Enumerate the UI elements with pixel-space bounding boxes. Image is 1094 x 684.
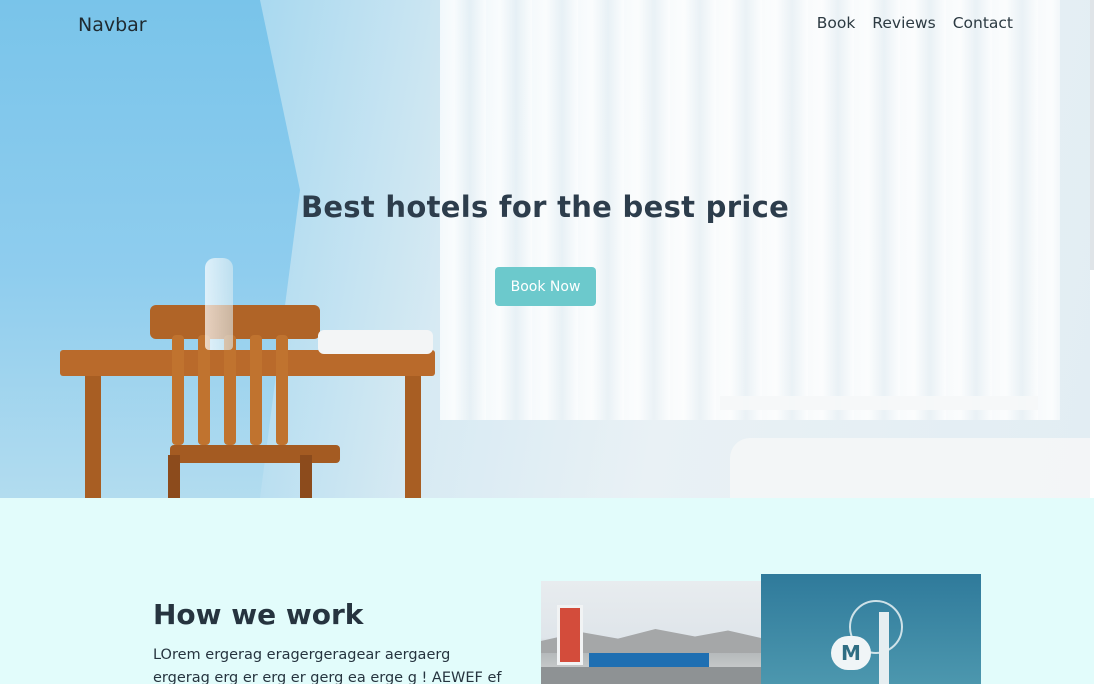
motel-sign-badge: M [831,636,871,670]
motel-photo-sign [557,605,583,665]
nav-link-contact[interactable]: Contact [953,14,1013,32]
hero-chair [150,305,340,498]
motel-photo-lot [541,667,761,684]
motel-sign-photo: M [761,574,981,684]
motel-photo [541,581,761,684]
hero-section: Navbar Book Reviews Contact Best hotels … [0,0,1090,498]
book-now-button[interactable]: Book Now [495,267,596,306]
motel-sign-pole [879,612,889,684]
hero-title: Best hotels for the best price [300,190,790,224]
page-scrollbar[interactable] [1090,0,1094,270]
navbar-brand[interactable]: Navbar [78,14,147,36]
navbar: Navbar Book Reviews Contact [0,0,1090,54]
section-title: How we work [153,598,364,631]
section-text: LOrem ergerag eragergeragear aergaerg er… [153,647,502,684]
motel-photo-roof [589,653,709,667]
nav-link-reviews[interactable]: Reviews [872,14,935,32]
hero-towels [318,330,433,354]
hero-bed [730,438,1090,498]
hero-bottle [205,258,233,350]
nav-link-book[interactable]: Book [817,14,856,32]
hero-window-frame [720,396,1038,410]
navbar-links: Book Reviews Contact [817,14,1013,32]
